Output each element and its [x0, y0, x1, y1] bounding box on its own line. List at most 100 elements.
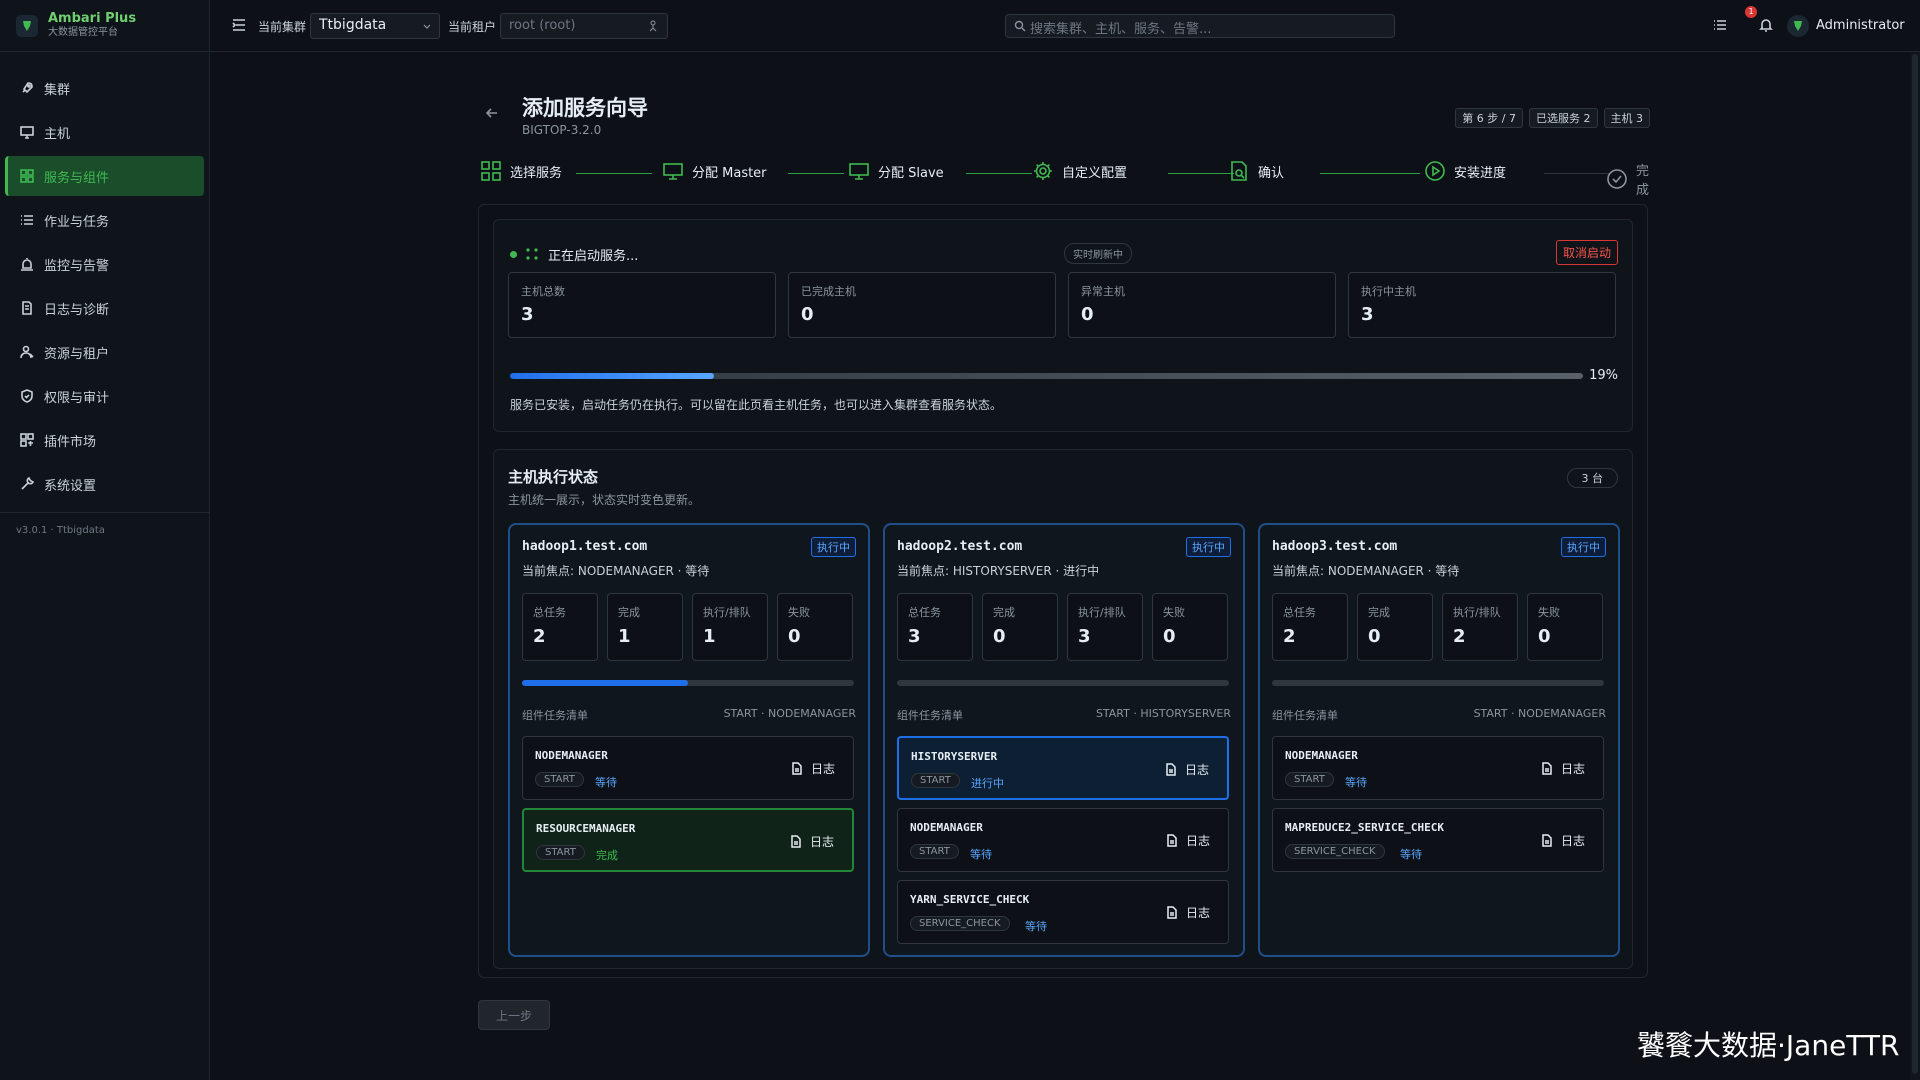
host-name: hadoop3.test.com: [1272, 539, 1398, 554]
document-search-icon: [1228, 160, 1250, 182]
step-connector: [576, 173, 652, 174]
selected-services-tag: 已选服务 2: [1529, 108, 1598, 128]
version-label: v3.0.1 · Ttbigdata: [0, 512, 209, 548]
host-focus: 当前焦点: NODEMANAGER · 等待: [522, 564, 710, 578]
monitor-icon: [20, 125, 34, 139]
log-button[interactable]: 日志: [1541, 832, 1585, 849]
cluster-select[interactable]: Ttbigdata: [310, 13, 440, 39]
log-button[interactable]: 日志: [1166, 832, 1210, 849]
task-item[interactable]: HISTORYSERVER START 进行中 日志: [897, 736, 1229, 800]
tenant-input[interactable]: root (root): [500, 13, 668, 39]
task-item[interactable]: RESOURCEMANAGER START 完成 日志: [522, 808, 854, 872]
log-button[interactable]: 日志: [791, 760, 835, 777]
back-arrow-icon[interactable]: [485, 106, 499, 120]
sidebar-item-label: 权限与审计: [44, 390, 110, 406]
task-state: 等待: [1400, 848, 1422, 861]
sidebar: Ambari Plus 大数据管控平台 集群 主机 服务与组件 作业与任务 监控…: [0, 0, 210, 1080]
global-search-input[interactable]: 搜索集群、主机、服务、告警...: [1005, 14, 1395, 38]
scrollbar[interactable]: [1910, 52, 1920, 1080]
wrench-icon: [20, 477, 34, 491]
tenant-input-placeholder: root (root): [509, 18, 576, 33]
monitor-icon: [662, 160, 684, 182]
log-button[interactable]: 日志: [1166, 904, 1210, 921]
host-card[interactable]: hadoop3.test.com 执行中 当前焦点: NODEMANAGER ·…: [1258, 523, 1620, 957]
task-list-meta: START · NODEMANAGER: [1473, 707, 1606, 720]
bell-icon[interactable]: [1758, 17, 1774, 33]
status-text: 正在启动服务...: [548, 249, 639, 264]
user-name[interactable]: Administrator: [1816, 18, 1905, 33]
log-button[interactable]: 日志: [1165, 761, 1209, 778]
log-label: 日志: [1185, 906, 1210, 920]
task-list-label: 组件任务清单: [522, 709, 588, 722]
log-button[interactable]: 日志: [790, 833, 834, 850]
stat-label: 失败: [1538, 606, 1560, 619]
step-label: 安装进度: [1454, 165, 1507, 181]
task-item[interactable]: MAPREDUCE2_SERVICE_CHECK SERVICE_CHECK 等…: [1272, 808, 1604, 872]
step-install-progress[interactable]: 安装进度: [1424, 160, 1506, 182]
task-state: 等待: [970, 848, 992, 861]
sidebar-item-plugins[interactable]: 插件市场: [5, 420, 204, 460]
task-item[interactable]: NODEMANAGER START 等待 日志: [897, 808, 1229, 872]
live-refresh-badge: 实时刷新中: [1064, 243, 1132, 264]
step-finish[interactable]: 完成: [1606, 160, 1650, 198]
brand[interactable]: Ambari Plus 大数据管控平台: [0, 0, 209, 52]
task-list-icon[interactable]: [1712, 17, 1728, 33]
task-name: RESOURCEMANAGER: [536, 822, 636, 835]
rocket-icon: [20, 81, 34, 95]
step-label: 自定义配置: [1062, 165, 1128, 181]
document-icon: [1167, 906, 1177, 919]
task-item[interactable]: YARN_SERVICE_CHECK SERVICE_CHECK 等待 日志: [897, 880, 1229, 944]
sidebar-item-logs[interactable]: 日志与诊断: [5, 288, 204, 328]
install-progress-bar: [510, 373, 1583, 379]
sidebar-item-settings[interactable]: 系统设置: [5, 464, 204, 504]
host-card[interactable]: hadoop1.test.com 执行中 当前焦点: NODEMANAGER ·…: [508, 523, 870, 957]
document-icon: [1542, 834, 1552, 847]
wizard-tags: 第 6 步 / 7 已选服务 2 主机 3: [1455, 108, 1650, 128]
step-assign-slave[interactable]: 分配 Slave: [848, 160, 944, 182]
step-select-services[interactable]: 选择服务: [480, 160, 562, 182]
step-assign-master[interactable]: 分配 Master: [662, 160, 767, 182]
sidebar-item-label: 服务与组件: [44, 170, 110, 186]
previous-step-button[interactable]: 上一步: [478, 1000, 550, 1030]
scrollbar-thumb[interactable]: [1912, 54, 1918, 1074]
stat-value: 0: [1538, 626, 1551, 647]
sidebar-item-jobs[interactable]: 作业与任务: [5, 200, 204, 240]
task-item[interactable]: NODEMANAGER START 等待 日志: [1272, 736, 1604, 800]
step-connector: [1168, 173, 1234, 174]
task-item[interactable]: NODEMANAGER START 等待 日志: [522, 736, 854, 800]
log-button[interactable]: 日志: [1541, 760, 1585, 777]
host-stat-done: 完成 0: [1357, 593, 1433, 661]
menu-toggle-icon[interactable]: [232, 18, 246, 32]
sidebar-item-services[interactable]: 服务与组件: [5, 156, 204, 196]
step-confirm[interactable]: 确认: [1228, 160, 1284, 182]
task-name: NODEMANAGER: [910, 821, 983, 834]
sidebar-item-monitoring[interactable]: 监控与告警: [5, 244, 204, 284]
gear-icon: [1032, 160, 1054, 182]
sidebar-item-label: 资源与租户: [44, 346, 110, 362]
sidebar-item-label: 主机: [44, 126, 71, 142]
sidebar-item-hosts[interactable]: 主机: [5, 112, 204, 152]
sidebar-item-cluster[interactable]: 集群: [5, 68, 204, 108]
monitor-icon: [848, 160, 870, 182]
sidebar-item-label: 监控与告警: [44, 258, 110, 274]
sidebar-item-audit[interactable]: 权限与审计: [5, 376, 204, 416]
stat-value: 2: [1283, 626, 1296, 647]
check-circle-icon: [1606, 168, 1628, 190]
hosts-tag: 主机 3: [1603, 108, 1650, 128]
sidebar-item-label: 日志与诊断: [44, 302, 110, 318]
install-progress-fill: [510, 373, 714, 379]
task-state: 等待: [595, 776, 617, 789]
stat-value: 2: [1453, 626, 1466, 647]
stat-label: 执行/排队: [703, 606, 751, 619]
sidebar-item-label: 插件市场: [44, 434, 97, 450]
sidebar-item-resources[interactable]: 资源与租户: [5, 332, 204, 372]
avatar[interactable]: [1787, 15, 1809, 37]
host-focus: 当前焦点: HISTORYSERVER · 进行中: [897, 564, 1100, 578]
cancel-start-button[interactable]: 取消启动: [1555, 240, 1618, 265]
host-card[interactable]: hadoop2.test.com 执行中 当前焦点: HISTORYSERVER…: [883, 523, 1245, 957]
topbar: 当前集群 Ttbigdata 当前租户 root (root) 搜索集群、主机、…: [210, 0, 1920, 52]
stat-label: 异常主机: [1081, 285, 1125, 298]
step-custom-config[interactable]: 自定义配置: [1032, 160, 1127, 182]
stat-label: 完成: [618, 606, 640, 619]
task-list-meta: START · HISTORYSERVER: [1095, 707, 1231, 720]
